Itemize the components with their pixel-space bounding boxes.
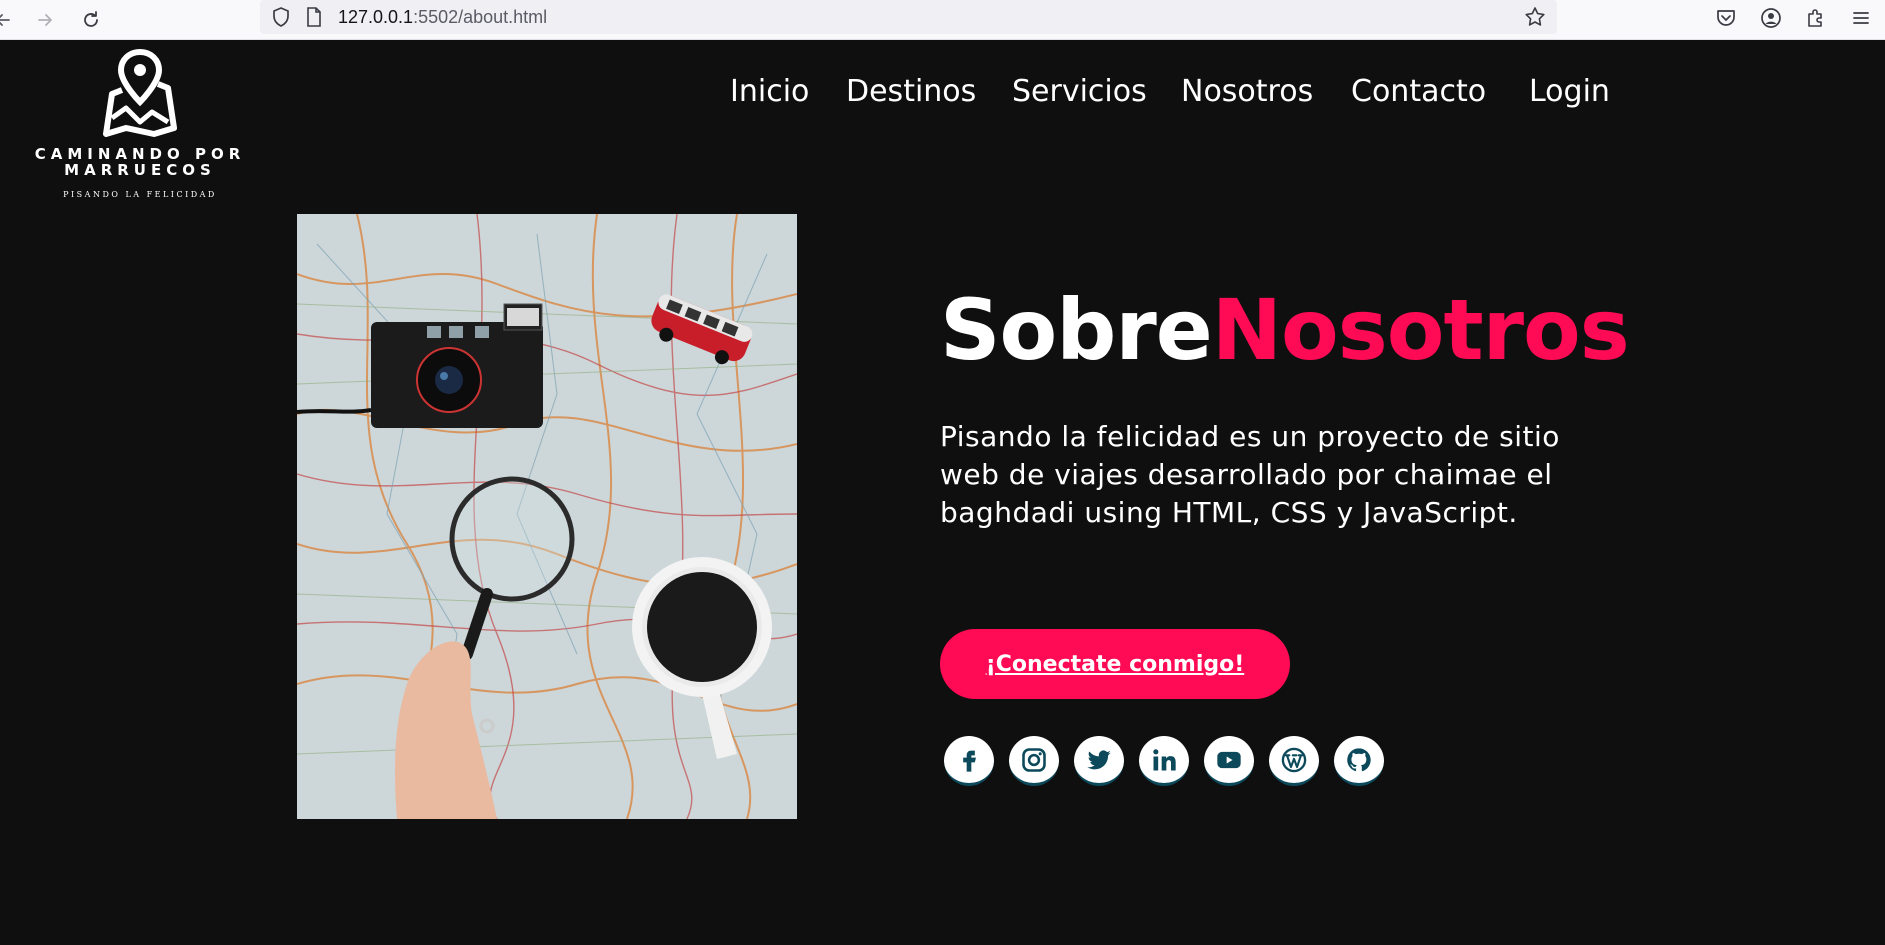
shield-icon[interactable] [270,6,292,28]
arrow-left-icon [0,14,10,26]
page: CAMINANDO POR MARRUECOS PISANDO LA FELIC… [0,40,1885,945]
twitter-icon [1087,749,1111,769]
brand-line-1: CAMINANDO POR [34,145,246,163]
twitter-link[interactable] [1074,736,1124,786]
about-title-part-2: Nosotros [1211,281,1630,379]
arrow-right-icon [38,14,52,26]
brand-tagline: PISANDO LA FELICIDAD [63,190,217,199]
forward-button[interactable] [30,5,60,35]
hamburger-menu-icon [1853,12,1869,24]
account-button[interactable] [1757,4,1785,32]
travel-map-photo [297,214,797,819]
puzzle-icon [1808,9,1822,27]
nav-login[interactable]: Login [1529,74,1610,109]
url-host: 127.0.0.1 [338,7,414,27]
about-title-part-1: Sobre [940,281,1213,379]
reload-icon [84,11,98,27]
nav-contacto[interactable]: Contacto [1351,74,1486,109]
github-icon [1347,747,1371,771]
reload-button[interactable] [76,5,106,35]
menu-button[interactable] [1847,4,1875,32]
linkedin-icon [1153,748,1176,770]
pocket-icon [1717,10,1735,26]
page-icon [307,7,321,27]
browser-toolbar: 127.0.0.1:5502/about.html [0,0,1885,40]
instagram-icon [1022,747,1046,772]
connect-button[interactable]: ¡Conectate conmigo! [940,629,1290,699]
instagram-link[interactable] [1009,736,1059,786]
nav-servicios[interactable]: Servicios [1012,74,1147,109]
about-title: SobreNosotros [940,280,1630,380]
nav-destinos[interactable]: Destinos [846,74,976,109]
pocket-button[interactable] [1712,4,1740,32]
wordpress-link[interactable] [1269,736,1319,786]
extensions-button[interactable] [1802,4,1830,32]
linkedin-link[interactable] [1139,736,1189,786]
address-bar[interactable]: 127.0.0.1:5502/about.html [260,0,1557,34]
back-button[interactable] [0,5,18,35]
brand-name: CAMINANDO POR MARRUECOS [20,146,260,178]
url-text[interactable]: 127.0.0.1:5502/about.html [338,6,547,28]
main-nav: Inicio Destinos Servicios Nosotros Conta… [0,74,1885,130]
brand-line-2: MARRUECOS [64,161,216,179]
nav-inicio[interactable]: Inicio [730,74,809,109]
nav-nosotros[interactable]: Nosotros [1181,74,1313,109]
account-icon [1761,8,1781,28]
map-photo-illustration [297,214,797,819]
youtube-link[interactable] [1204,736,1254,786]
bookmark-star-icon[interactable] [1523,5,1547,29]
github-link[interactable] [1334,736,1384,786]
facebook-link[interactable] [944,736,994,786]
about-description: Pisando la felicidad es un proyecto de s… [940,420,1560,529]
youtube-icon [1217,751,1241,768]
url-path: :5502/about.html [413,7,548,27]
facebook-icon [963,750,976,772]
wordpress-icon [1281,747,1307,772]
